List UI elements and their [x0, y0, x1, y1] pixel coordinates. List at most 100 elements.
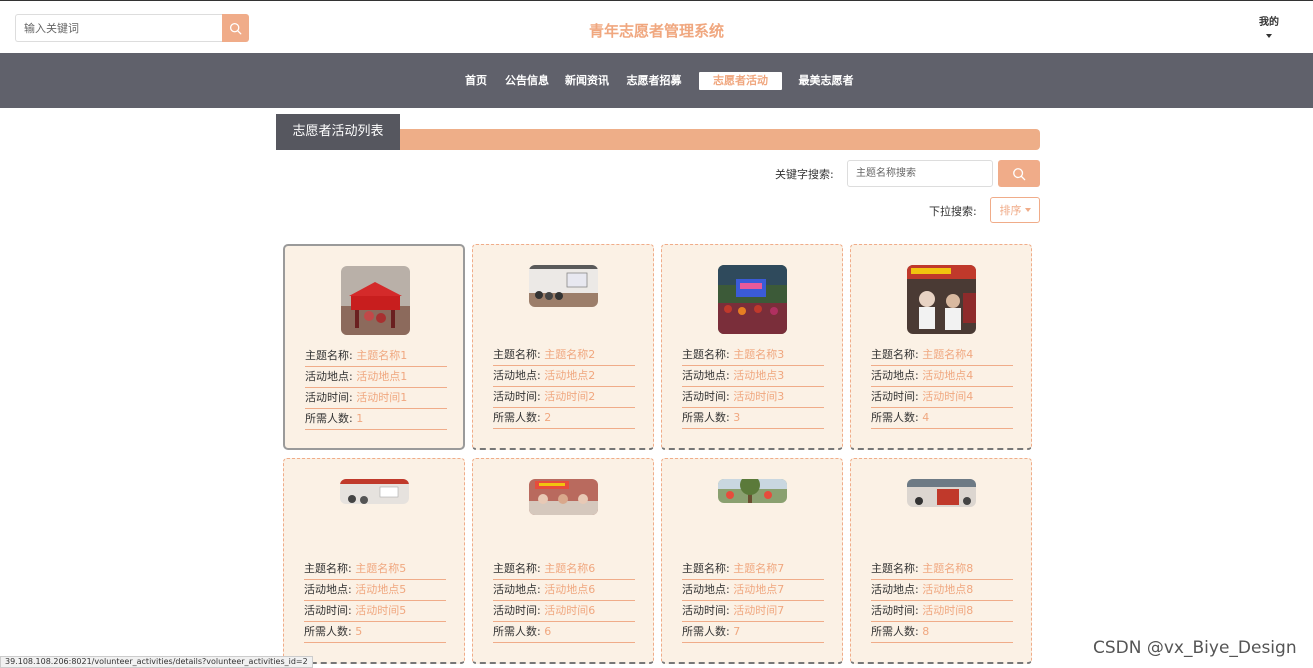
field-value: 1: [356, 412, 364, 425]
activity-thumbnail[interactable]: [340, 479, 409, 504]
field-name: 主题名称: 主题名称2: [493, 345, 635, 366]
field-time: 活动时间: 活动时间6: [493, 601, 635, 622]
field-name: 主题名称: 主题名称6: [493, 559, 635, 580]
field-label: 活动时间:: [682, 390, 730, 403]
field-label: 活动地点:: [682, 369, 730, 382]
activity-thumbnail[interactable]: [718, 265, 787, 334]
activity-photo: [718, 265, 787, 334]
activity-photo: [340, 479, 409, 504]
field-label: 所需人数:: [304, 625, 352, 638]
field-value: 活动时间3: [733, 390, 785, 403]
field-label: 主题名称:: [304, 562, 352, 575]
activity-photo: [907, 265, 976, 334]
field-value: 活动时间4: [922, 390, 974, 403]
field-people: 所需人数: 7: [682, 622, 824, 643]
field-label: 活动时间:: [493, 604, 541, 617]
user-menu-label: 我的: [1259, 17, 1279, 28]
activity-photo: [718, 479, 787, 503]
user-menu[interactable]: 我的: [1250, 13, 1288, 38]
keyword-search-input[interactable]: [847, 160, 993, 187]
activity-thumbnail[interactable]: [907, 479, 976, 507]
field-people: 所需人数: 2: [493, 408, 635, 429]
field-people: 所需人数: 6: [493, 622, 635, 643]
field-time: 活动时间: 活动时间8: [871, 601, 1013, 622]
activity-card[interactable]: 主题名称: 主题名称4 活动地点: 活动地点4 活动时间: 活动时间4 所需人数: 4: [850, 244, 1032, 450]
field-label: 活动地点:: [493, 583, 541, 596]
field-value: 活动地点6: [544, 583, 596, 596]
activity-fields: 主题名称: 主题名称1 活动地点: 活动地点1 活动时间: 活动时间1 所需人数: 1: [305, 346, 447, 430]
keyword-search-button[interactable]: [998, 160, 1040, 187]
nav-item-home[interactable]: 首页: [458, 72, 494, 90]
field-value: 活动时间6: [544, 604, 596, 617]
field-label: 所需人数:: [493, 625, 541, 638]
field-value: 主题名称5: [355, 562, 407, 575]
activity-card[interactable]: 主题名称: 主题名称8 活动地点: 活动地点8 活动时间: 活动时间8 所需人数: 8: [850, 458, 1032, 664]
activity-photo: [529, 479, 598, 515]
field-value: 8: [922, 625, 930, 638]
site-title: 青年志愿者管理系统: [588, 22, 724, 40]
field-label: 活动地点:: [304, 583, 352, 596]
field-location: 活动地点: 活动地点2: [493, 366, 635, 387]
activity-card[interactable]: 主题名称: 主题名称5 活动地点: 活动地点5 活动时间: 活动时间5 所需人数: 5: [283, 458, 465, 664]
field-label: 活动时间:: [304, 604, 352, 617]
activity-photo: [529, 265, 598, 307]
field-label: 主题名称:: [682, 562, 730, 575]
nav-item-recruitment[interactable]: 志愿者招募: [623, 72, 685, 90]
field-location: 活动地点: 活动地点1: [305, 367, 447, 388]
field-people: 所需人数: 8: [871, 622, 1013, 643]
field-value: 活动地点5: [355, 583, 407, 596]
field-name: 主题名称: 主题名称1: [305, 346, 447, 367]
field-label: 主题名称:: [871, 562, 919, 575]
field-value: 主题名称6: [544, 562, 596, 575]
field-label: 活动时间:: [871, 390, 919, 403]
activity-fields: 主题名称: 主题名称4 活动地点: 活动地点4 活动时间: 活动时间4 所需人数: 4: [871, 345, 1013, 429]
field-label: 所需人数:: [305, 412, 353, 425]
activity-fields: 主题名称: 主题名称2 活动地点: 活动地点2 活动时间: 活动时间2 所需人数: 2: [493, 345, 635, 429]
nav-item-best-volunteers[interactable]: 最美志愿者: [795, 72, 857, 90]
field-label: 活动地点:: [493, 369, 541, 382]
activity-card[interactable]: 主题名称: 主题名称7 活动地点: 活动地点7 活动时间: 活动时间7 所需人数: 7: [661, 458, 843, 664]
field-time: 活动时间: 活动时间5: [304, 601, 446, 622]
nav-item-activities[interactable]: 志愿者活动: [699, 72, 782, 90]
field-value: 3: [733, 411, 741, 424]
field-name: 主题名称: 主题名称3: [682, 345, 824, 366]
activity-card[interactable]: 主题名称: 主题名称3 活动地点: 活动地点3 活动时间: 活动时间3 所需人数: 3: [661, 244, 843, 450]
activity-thumbnail[interactable]: [718, 479, 787, 503]
field-people: 所需人数: 3: [682, 408, 824, 429]
field-value: 活动地点8: [922, 583, 974, 596]
activity-fields: 主题名称: 主题名称7 活动地点: 活动地点7 活动时间: 活动时间7 所需人数: 7: [682, 559, 824, 643]
field-value: 主题名称2: [544, 348, 596, 361]
activity-card[interactable]: 主题名称: 主题名称2 活动地点: 活动地点2 活动时间: 活动时间2 所需人数: 2: [472, 244, 654, 450]
field-people: 所需人数: 1: [305, 409, 447, 430]
field-people: 所需人数: 5: [304, 622, 446, 643]
browser-status-url: 39.108.108.206:8021/volunteer_activities…: [0, 656, 313, 668]
field-location: 活动地点: 活动地点6: [493, 580, 635, 601]
section-header: 志愿者活动列表: [276, 114, 1040, 150]
nav-item-news[interactable]: 新闻资讯: [562, 72, 612, 90]
field-label: 所需人数:: [682, 411, 730, 424]
field-value: 活动时间2: [544, 390, 596, 403]
activity-card[interactable]: 主题名称: 主题名称1 活动地点: 活动地点1 活动时间: 活动时间1 所需人数: 1: [283, 244, 465, 450]
activity-thumbnail[interactable]: [907, 265, 976, 334]
field-label: 主题名称:: [493, 348, 541, 361]
field-value: 主题名称1: [356, 349, 408, 362]
nav-item-notices[interactable]: 公告信息: [502, 72, 552, 90]
field-value: 活动地点1: [356, 370, 408, 383]
field-value: 2: [544, 411, 552, 424]
field-name: 主题名称: 主题名称8: [871, 559, 1013, 580]
caret-down-icon: [1024, 208, 1031, 212]
activity-thumbnail[interactable]: [529, 265, 598, 307]
field-value: 活动地点4: [922, 369, 974, 382]
field-value: 活动地点2: [544, 369, 596, 382]
field-label: 所需人数:: [493, 411, 541, 424]
sort-dropdown-button[interactable]: 排序: [990, 197, 1040, 223]
keyword-search-label: 关键字搜索:: [775, 168, 834, 181]
field-value: 活动地点3: [733, 369, 785, 382]
field-value: 主题名称7: [733, 562, 785, 575]
activity-thumbnail[interactable]: [529, 479, 598, 515]
activity-thumbnail[interactable]: [341, 266, 410, 335]
field-time: 活动时间: 活动时间1: [305, 388, 447, 409]
field-location: 活动地点: 活动地点5: [304, 580, 446, 601]
activity-card[interactable]: 主题名称: 主题名称6 活动地点: 活动地点6 活动时间: 活动时间6 所需人数: 6: [472, 458, 654, 664]
field-label: 活动地点:: [871, 583, 919, 596]
